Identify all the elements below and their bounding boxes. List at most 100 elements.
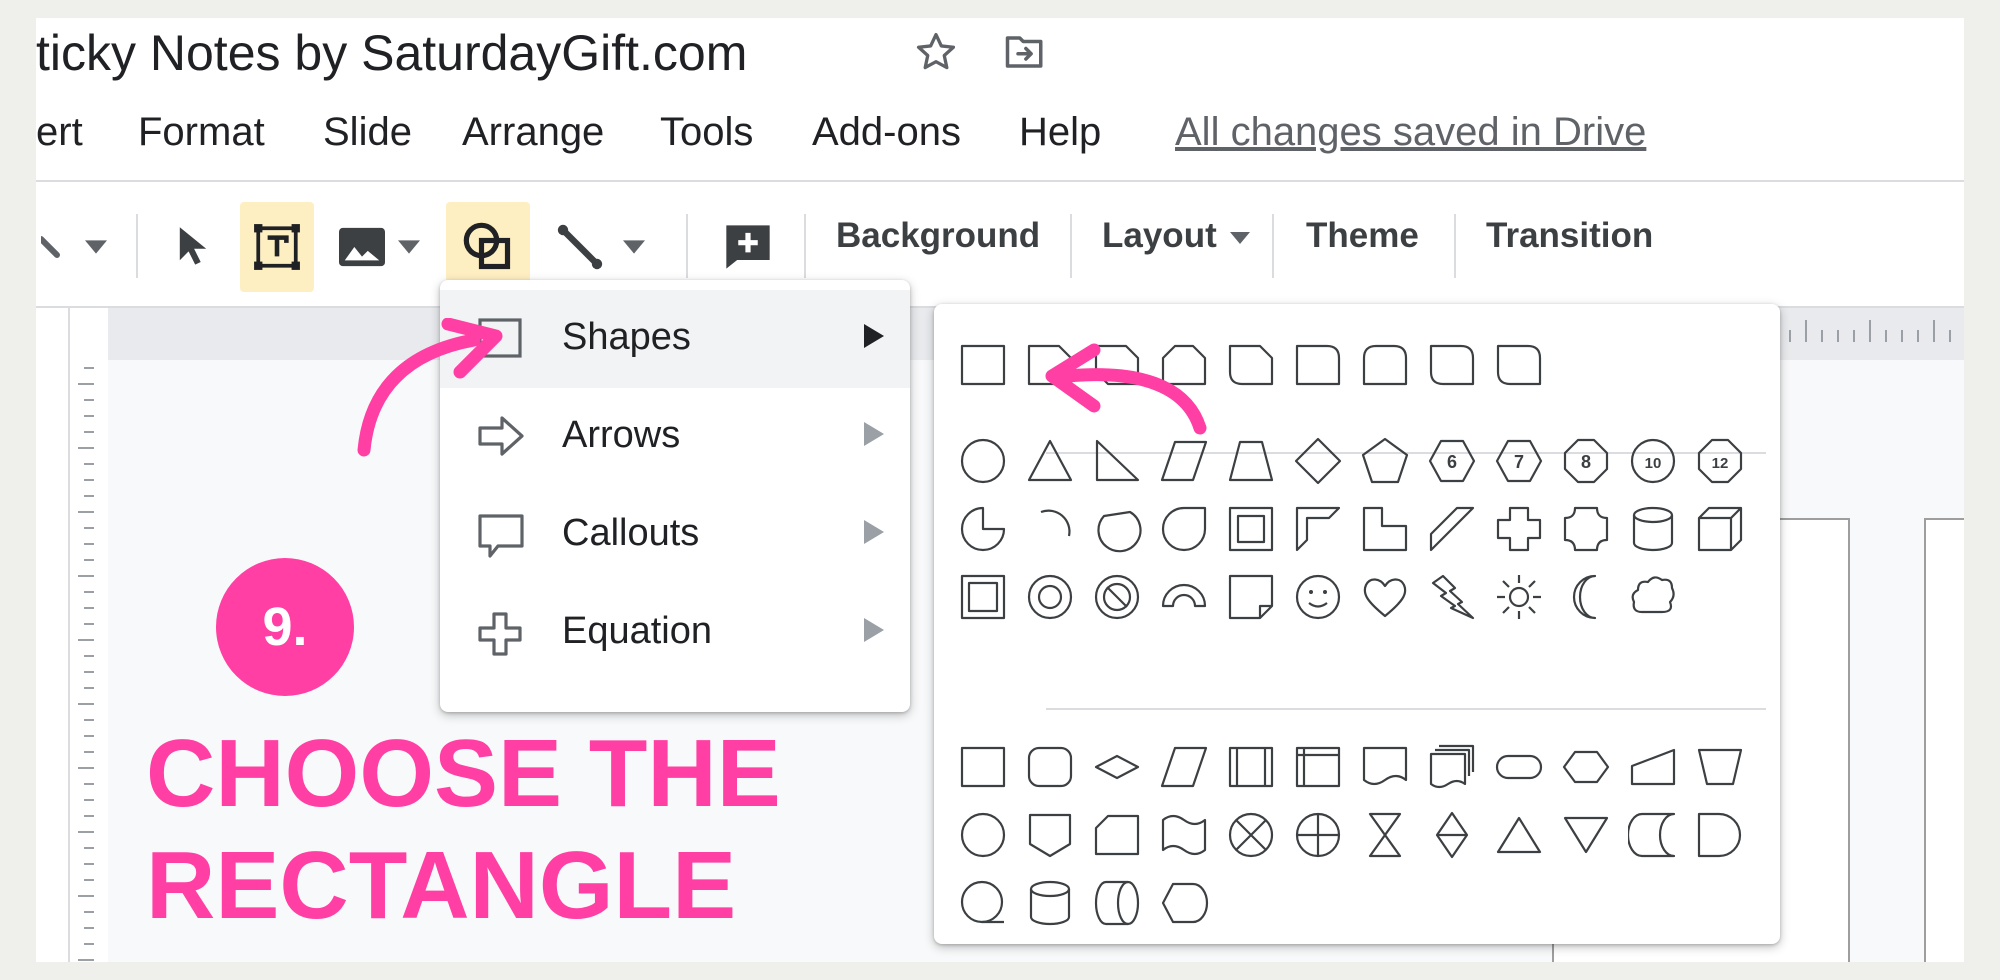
menu-tools[interactable]: Tools bbox=[660, 110, 753, 155]
shape-bevel-icon[interactable] bbox=[958, 572, 1008, 622]
shape-fcmultidoc-icon[interactable] bbox=[1427, 742, 1477, 792]
shape-7-sided-icon[interactable]: 7 bbox=[1494, 436, 1544, 486]
shape-fcinternal-icon[interactable] bbox=[1293, 742, 1343, 792]
shape-smiley-icon[interactable] bbox=[1293, 572, 1343, 622]
image-dropdown[interactable] bbox=[392, 202, 426, 292]
dropdown-caret-icon bbox=[85, 240, 107, 254]
shape-halfframe-icon[interactable] bbox=[1293, 504, 1343, 554]
shape-diamond-icon[interactable] bbox=[1293, 436, 1343, 486]
transition-button[interactable]: Transition bbox=[1486, 216, 1653, 256]
shape-diagstripe-icon[interactable] bbox=[1427, 504, 1477, 554]
menu-slide[interactable]: Slide bbox=[323, 110, 412, 155]
shape-fcsort-icon[interactable] bbox=[1427, 810, 1477, 860]
shape-fcmanop-icon[interactable] bbox=[1695, 742, 1745, 792]
shape-frame-icon[interactable] bbox=[1226, 504, 1276, 554]
menu-item-equation[interactable]: Equation bbox=[440, 584, 910, 682]
shape-6-sided-icon[interactable]: 6 bbox=[1427, 436, 1477, 486]
slide-frame[interactable] bbox=[1924, 518, 1964, 962]
shape-plaque-icon[interactable] bbox=[1561, 504, 1611, 554]
shape-round3-icon[interactable] bbox=[1494, 340, 1544, 390]
shape-fcprep-icon[interactable] bbox=[1561, 742, 1611, 792]
shape-12-sided-icon[interactable]: 12 bbox=[1695, 436, 1745, 486]
document-title[interactable]: ticky Notes by SaturdayGift.com bbox=[36, 24, 747, 82]
shape-round1-icon[interactable] bbox=[1293, 340, 1343, 390]
line-tool-button[interactable] bbox=[548, 202, 612, 292]
select-tool-button[interactable] bbox=[160, 202, 226, 292]
shape-nosym-icon[interactable] bbox=[1092, 572, 1142, 622]
shape-folded-icon[interactable] bbox=[1226, 572, 1276, 622]
shape-chord-icon[interactable] bbox=[1092, 504, 1142, 554]
menu-insert[interactable]: ert bbox=[36, 110, 83, 155]
text-box-tool-button[interactable] bbox=[240, 202, 314, 292]
insert-image-button[interactable] bbox=[332, 202, 392, 292]
shape-rect-icon[interactable] bbox=[958, 742, 1008, 792]
menu-arrange[interactable]: Arrange bbox=[462, 110, 604, 155]
instruction-caption: CHOOSE THE RECTANGLE bbox=[146, 718, 781, 942]
shape-can-icon[interactable] bbox=[1628, 504, 1678, 554]
shape-pie-icon[interactable] bbox=[958, 504, 1008, 554]
shape-fcdelay-icon[interactable] bbox=[1695, 810, 1745, 860]
shape-fcterm-icon[interactable] bbox=[1494, 742, 1544, 792]
menu-item-arrows[interactable]: Arrows bbox=[440, 388, 910, 486]
layout-button[interactable]: Layout bbox=[1102, 216, 1251, 256]
shape-blockarc-icon[interactable] bbox=[1159, 572, 1209, 622]
shape-moon-icon[interactable] bbox=[1561, 572, 1611, 622]
shape-fcmanin-icon[interactable] bbox=[1628, 742, 1678, 792]
shape-fcdirect-icon[interactable] bbox=[1092, 878, 1142, 928]
shape-snipr-icon[interactable] bbox=[1226, 340, 1276, 390]
shape-fcdisplay-icon[interactable] bbox=[1159, 878, 1209, 928]
shape-fcpredef-icon[interactable] bbox=[1226, 742, 1276, 792]
shape-round2-icon[interactable] bbox=[1360, 340, 1410, 390]
background-button[interactable]: Background bbox=[836, 216, 1040, 256]
shape-fccard-icon[interactable] bbox=[1092, 810, 1142, 860]
submenu-arrow-icon bbox=[864, 324, 884, 348]
menu-format[interactable]: Format bbox=[138, 110, 265, 155]
move-to-folder-icon[interactable] bbox=[1004, 32, 1046, 72]
shape-fcor-icon[interactable] bbox=[1293, 810, 1343, 860]
zoom-button[interactable] bbox=[36, 202, 76, 292]
shape-cube-icon[interactable] bbox=[1695, 504, 1745, 554]
shape-trap-icon[interactable] bbox=[1226, 436, 1276, 486]
shape-circle-icon[interactable] bbox=[958, 436, 1008, 486]
shape-fcseq-icon[interactable] bbox=[958, 878, 1008, 928]
shape-fcdoc-icon[interactable] bbox=[1360, 742, 1410, 792]
shape-round3-icon[interactable] bbox=[1427, 340, 1477, 390]
shape-sun-icon[interactable] bbox=[1494, 572, 1544, 622]
zoom-dropdown[interactable] bbox=[76, 202, 116, 292]
shape-fcdecision-icon[interactable] bbox=[1092, 742, 1142, 792]
shape-fcextract-icon[interactable] bbox=[1494, 810, 1544, 860]
shape-cloud-icon[interactable] bbox=[1628, 572, 1678, 622]
menu-item-callouts[interactable]: Callouts bbox=[440, 486, 910, 584]
save-status-link[interactable]: All changes saved in Drive bbox=[1175, 110, 1646, 155]
star-icon[interactable] bbox=[914, 30, 958, 74]
shape-rrect-icon[interactable] bbox=[1025, 742, 1075, 792]
shape-fccollate-icon[interactable] bbox=[1360, 810, 1410, 860]
shape-tool-button[interactable] bbox=[446, 202, 530, 292]
shape-para-icon[interactable] bbox=[1159, 742, 1209, 792]
shape-bolt-icon[interactable] bbox=[1427, 572, 1477, 622]
shape-fcmagdisk-icon[interactable] bbox=[1025, 878, 1075, 928]
shape-fcjunction-icon[interactable] bbox=[1226, 810, 1276, 860]
theme-button[interactable]: Theme bbox=[1306, 216, 1419, 256]
shape-arc-icon[interactable] bbox=[1025, 504, 1075, 554]
shape-8-sided-icon[interactable]: 8 bbox=[1561, 436, 1611, 486]
shape-plus-icon[interactable] bbox=[1494, 504, 1544, 554]
menu-help[interactable]: Help bbox=[1019, 110, 1101, 155]
shape-fcoffpage-icon[interactable] bbox=[1025, 810, 1075, 860]
shape-fctape-icon[interactable] bbox=[1159, 810, 1209, 860]
line-dropdown[interactable] bbox=[614, 202, 654, 292]
shape-fcmerge-icon[interactable] bbox=[1561, 810, 1611, 860]
shape-donut-icon[interactable] bbox=[1025, 572, 1075, 622]
shape-rect-icon[interactable] bbox=[958, 340, 1008, 390]
menu-add-ons[interactable]: Add-ons bbox=[812, 110, 961, 155]
filmstrip-panel[interactable] bbox=[36, 308, 70, 962]
shape-heart-icon[interactable] bbox=[1360, 572, 1410, 622]
shape-pent-icon[interactable] bbox=[1360, 436, 1410, 486]
menu-item-shapes[interactable]: Shapes bbox=[440, 290, 910, 388]
shape-10-sided-icon[interactable]: 10 bbox=[1628, 436, 1678, 486]
shape-circle-icon[interactable] bbox=[958, 810, 1008, 860]
shape-lshape-icon[interactable] bbox=[1360, 504, 1410, 554]
shape-fcstored-icon[interactable] bbox=[1628, 810, 1678, 860]
add-comment-button[interactable] bbox=[712, 202, 784, 292]
shape-teardrop-icon[interactable] bbox=[1159, 504, 1209, 554]
